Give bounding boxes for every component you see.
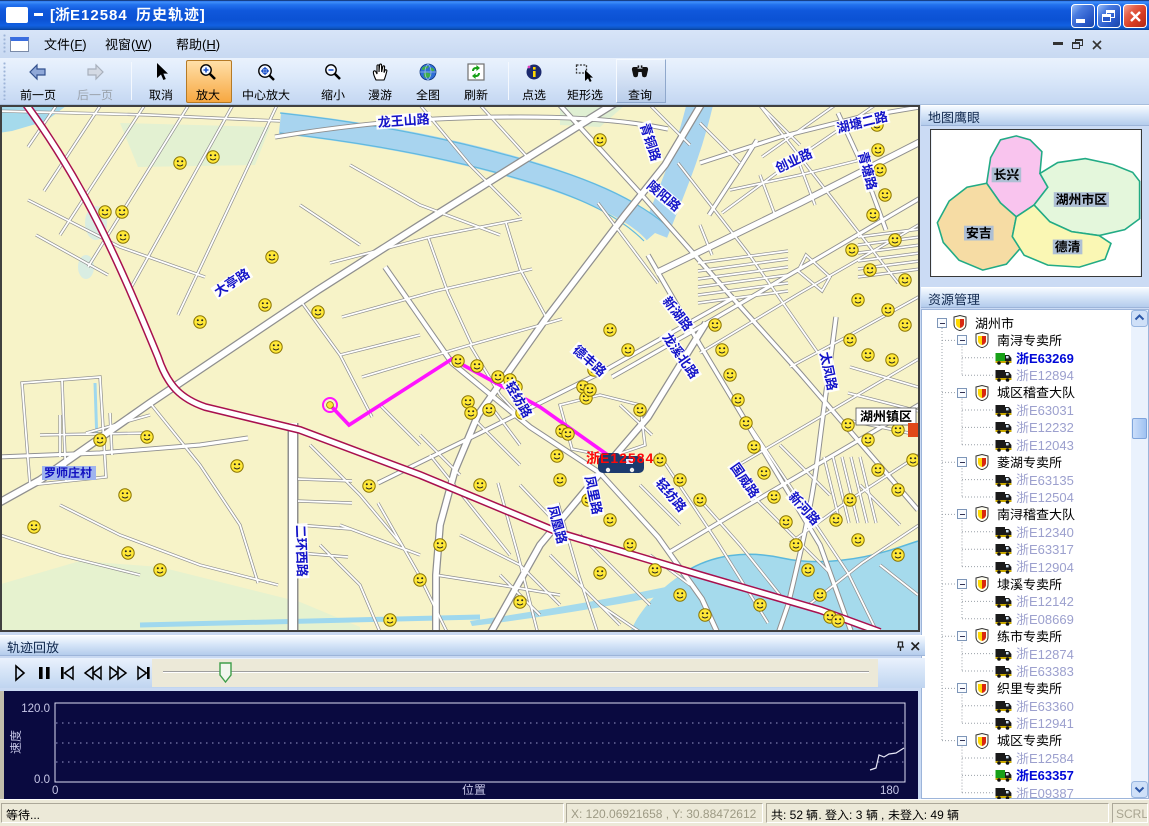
svg-text:0: 0 xyxy=(52,785,58,797)
svg-text:120.0: 120.0 xyxy=(21,703,50,715)
svg-text:180: 180 xyxy=(880,785,899,797)
svg-text:E12584: E12584 xyxy=(600,450,654,466)
svg-text:0.0: 0.0 xyxy=(34,774,50,786)
